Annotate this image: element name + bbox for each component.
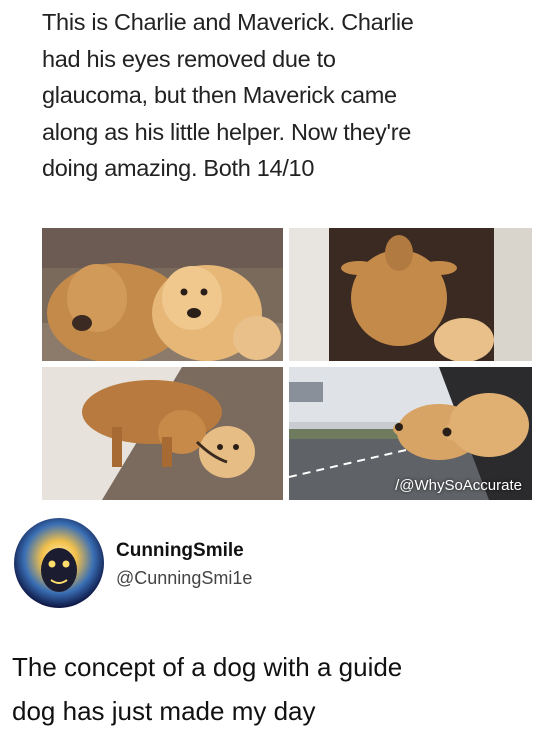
glowing-face-avatar-icon[interactable] xyxy=(14,518,104,608)
caption-line: glaucoma, but then Maverick came xyxy=(42,82,397,108)
post-caption: This is Charlie and Maverick. Charlie ha… xyxy=(42,4,522,187)
caption-line: This is Charlie and Maverick. Charlie xyxy=(42,9,414,35)
caption-line: had his eyes removed due to xyxy=(42,45,336,72)
two-golden-retrievers-on-couch-photo[interactable] xyxy=(42,228,283,361)
tweet-display-name[interactable]: CunningSmile xyxy=(116,540,244,562)
caption-line: along as his little helper. Now they're xyxy=(42,118,411,145)
dogs-heads-out-car-window-photo[interactable]: /@WhySoAccurate xyxy=(289,367,532,500)
dogs-lying-on-floor-photo[interactable] xyxy=(289,228,532,361)
dog-leading-dog-on-leash-photo[interactable] xyxy=(42,367,283,500)
tweet-header: CunningSmile @CunningSmi1e xyxy=(14,518,534,614)
caption-line: doing amazing. Both 14/10 xyxy=(42,155,315,181)
tweet-text: The concept of a dog with a guide dog ha… xyxy=(12,645,532,733)
tweet-handle[interactable]: @CunningSmi1e xyxy=(116,568,252,589)
watermark-text: /@WhySoAccurate xyxy=(395,477,522,494)
photo-grid: /@WhySoAccurate xyxy=(42,228,532,500)
tweet-text-line: The concept of a dog with a guide xyxy=(12,652,403,682)
tweet-text-line: dog has just made my day xyxy=(12,696,316,726)
